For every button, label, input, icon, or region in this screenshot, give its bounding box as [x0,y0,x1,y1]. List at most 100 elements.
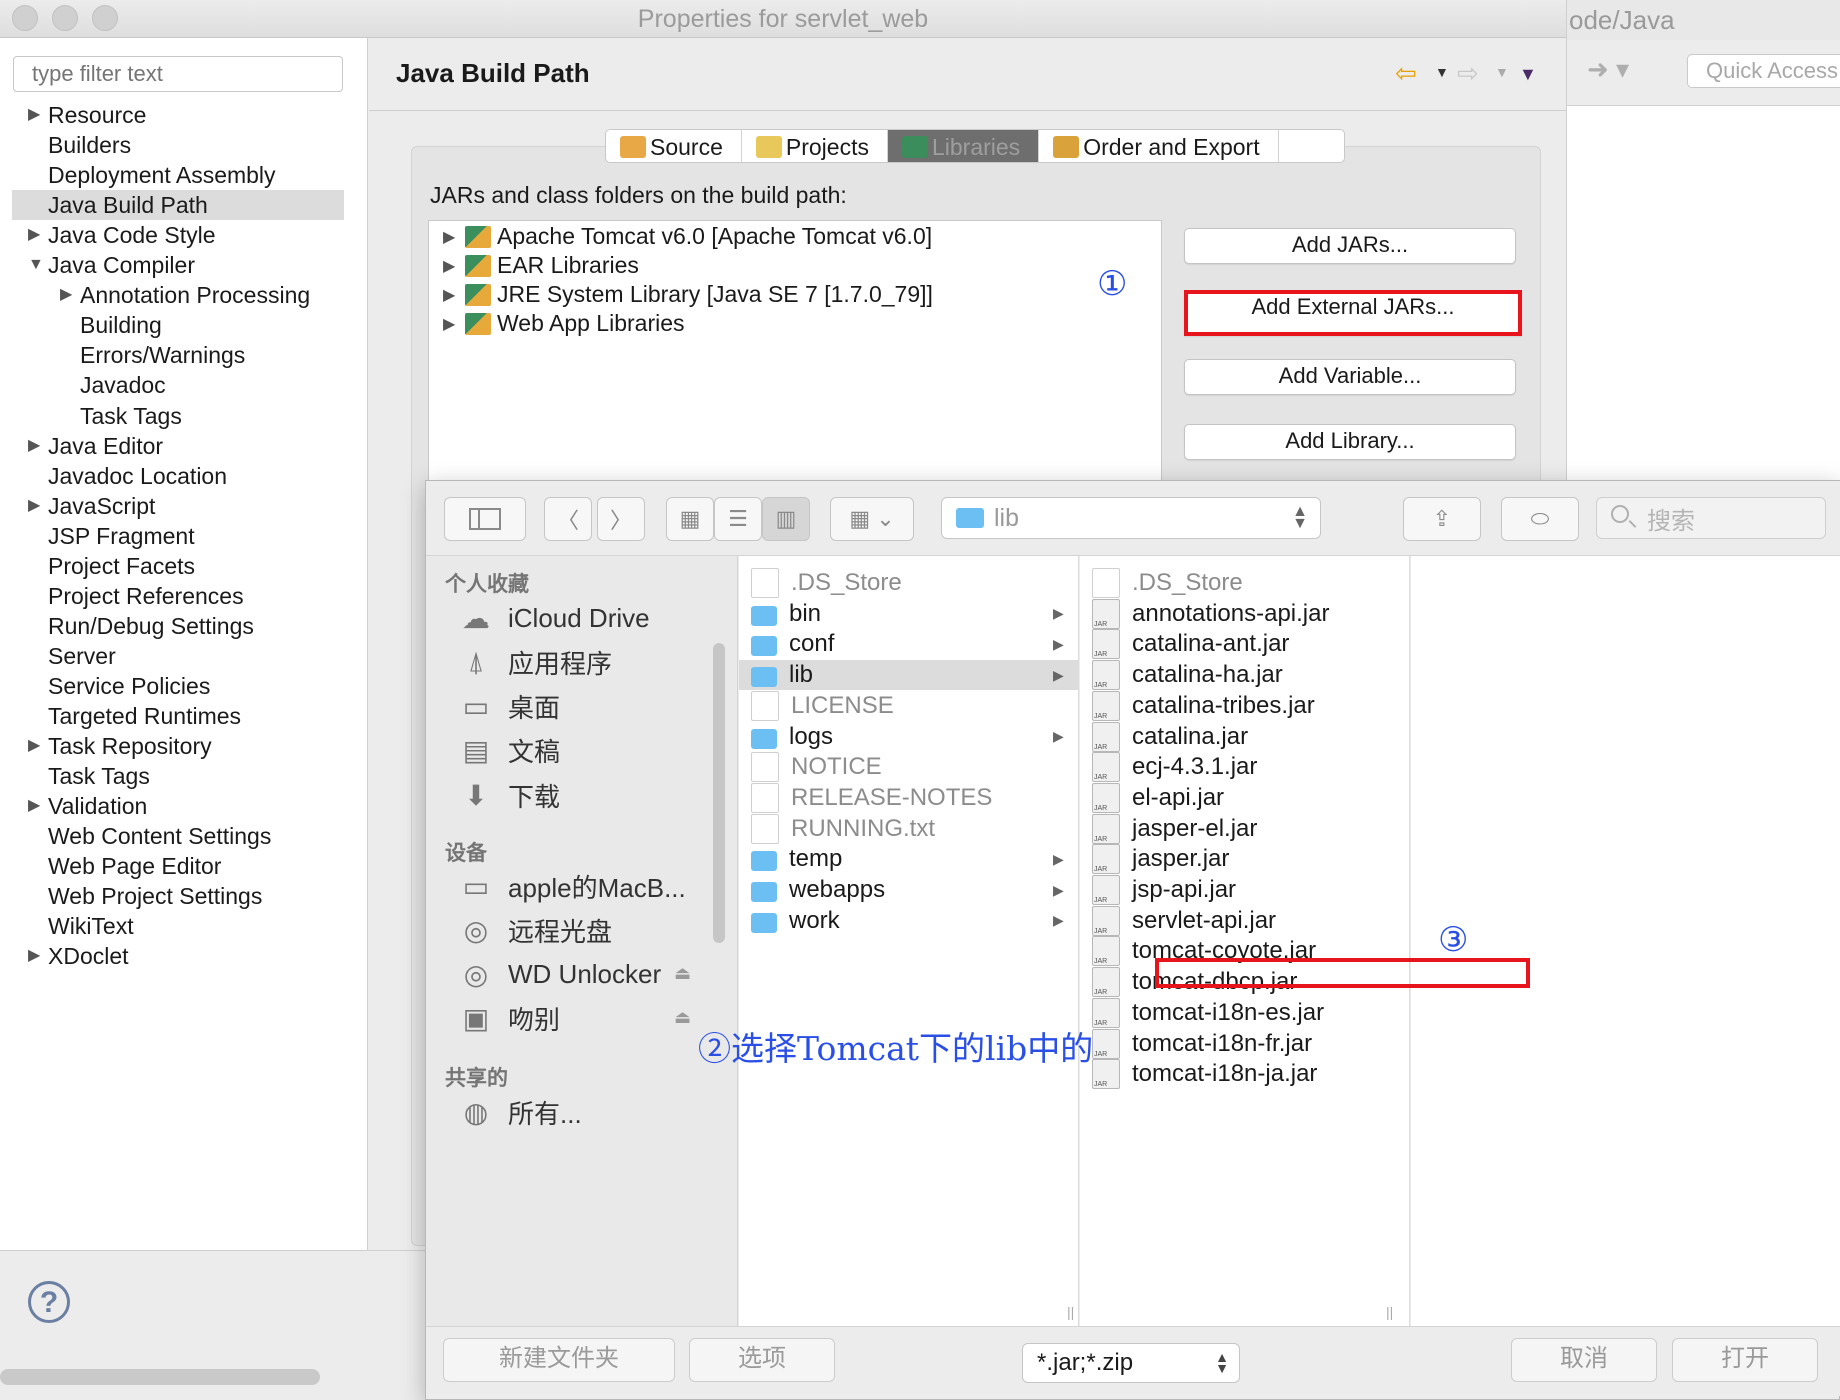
add-jars-button[interactable]: Add JARs... [1184,228,1516,264]
triangle-right-icon[interactable]: ▶ [28,791,40,821]
folder-item[interactable]: temp ▶ [739,844,1079,874]
sidebar-item[interactable]: ⍋ 应用程序 [456,640,612,684]
triangle-right-icon[interactable]: ▶ [28,220,40,250]
file-item[interactable]: tomcat-i18n-ja.jar [1080,1059,1410,1090]
nav-item[interactable]: Building [0,310,360,340]
sidebar-scrollbar[interactable] [713,643,725,943]
nav-item[interactable]: ▶ Java Editor [0,431,360,461]
column-resizer-icon[interactable]: || [1067,1304,1074,1320]
help-icon[interactable]: ? [28,1281,70,1323]
open-button[interactable]: 打开 [1672,1338,1818,1382]
folder-item[interactable]: bin ▶ [739,599,1079,629]
quick-access-input[interactable]: Quick Access [1687,54,1840,88]
file-item[interactable]: catalina-ha.jar [1080,660,1410,691]
file-item[interactable]: RUNNING.txt [739,813,1079,844]
file-item[interactable]: servlet-api.jar [1080,905,1410,936]
nav-item[interactable]: Project Facets [0,551,360,581]
triangle-right-icon[interactable]: ▶ [28,491,40,521]
sidebar-item[interactable]: ◍ 所有... [456,1090,582,1134]
triangle-right-icon[interactable]: ▶ [28,941,40,971]
triangle-right-icon[interactable]: ▶ [28,431,40,461]
nav-item[interactable]: Web Project Settings [0,881,360,911]
nav-item[interactable]: Server [0,641,360,671]
file-item[interactable]: catalina-ant.jar [1080,629,1410,660]
file-item[interactable]: catalina.jar [1080,721,1410,752]
back-arrow-icon[interactable]: ⇦ [1395,58,1417,89]
nav-item[interactable]: Java Build Path [12,190,344,221]
nav-item[interactable]: Javadoc Location [0,461,360,491]
file-item[interactable]: LICENSE [739,690,1079,721]
nav-item[interactable]: Project References [0,581,360,611]
column-resizer-icon[interactable]: || [1386,1304,1393,1320]
triangle-right-icon[interactable]: ▶ [443,314,465,334]
nav-item[interactable]: Web Page Editor [0,851,360,881]
options-button[interactable]: 选项 [689,1338,835,1382]
folder-item[interactable]: work ▶ [739,906,1079,936]
search-input[interactable]: 搜索 [1596,497,1826,539]
back-button[interactable]: 〈 [544,497,592,541]
cancel-button[interactable]: 取消 [1511,1338,1657,1382]
sidebar-item[interactable]: ▤ 文稿 [456,729,560,773]
triangle-right-icon[interactable]: ▶ [443,256,465,276]
folder-item[interactable]: conf ▶ [739,629,1079,659]
triangle-right-icon[interactable]: ▶ [443,285,465,305]
tags-button[interactable]: ⬭ [1501,497,1579,541]
triangle-right-icon[interactable]: ▶ [28,100,40,130]
file-item[interactable]: .DS_Store [739,568,1079,598]
file-item[interactable]: .DS_Store [1080,568,1410,598]
nav-item[interactable]: ▶ Annotation Processing [0,280,360,310]
new-folder-button[interactable]: 新建文件夹 [443,1338,675,1382]
triangle-right-icon[interactable]: ▶ [443,227,465,247]
triangle-right-icon[interactable]: ▶ [28,731,40,761]
nav-item[interactable]: Errors/Warnings [0,340,360,370]
tab-projects[interactable]: Projects [742,130,888,162]
nav-item[interactable]: WikiText [0,911,360,941]
nav-item[interactable]: ▶ Resource [0,100,360,130]
library-item[interactable]: ▶ JRE System Library [Java SE 7 [1.7.0_79… [443,281,933,308]
tab-libraries[interactable]: Libraries [887,130,1040,162]
forward-button[interactable]: 〉 [597,497,645,541]
file-type-select[interactable]: *.jar;*.zip ▲ ▼ [1022,1343,1240,1383]
file-item[interactable]: ecj-4.3.1.jar [1080,752,1410,783]
file-item[interactable]: RELEASE-NOTES [739,782,1079,813]
sidebar-item[interactable]: ☁ iCloud Drive [456,596,650,640]
sidebar-item[interactable]: ⬇ 下载 [456,773,560,817]
view-menu-icon[interactable]: ▼ [1519,64,1537,85]
file-item[interactable]: annotations-api.jar [1080,598,1410,629]
triangle-down-icon[interactable]: ▼ [28,250,44,280]
file-item[interactable]: NOTICE [739,752,1079,783]
nav-item[interactable]: Builders [0,130,360,160]
nav-item[interactable]: ▼ Java Compiler [0,250,360,280]
nav-item[interactable]: Task Tags [0,401,360,431]
eject-icon[interactable]: ⏏ [674,1007,691,1028]
chevron-down-icon[interactable]: ▼ [1495,64,1509,80]
eject-icon[interactable]: ⏏ [674,963,691,984]
chevron-down-icon[interactable]: ▼ [1435,64,1449,80]
triangle-right-icon[interactable]: ▶ [60,280,72,310]
library-item[interactable]: ▶ Apache Tomcat v6.0 [Apache Tomcat v6.0] [443,223,932,250]
file-item[interactable]: el-api.jar [1080,782,1410,813]
library-item[interactable]: ▶ EAR Libraries [443,252,639,279]
file-item[interactable]: tomcat-i18n-es.jar [1080,997,1410,1028]
sidebar-item[interactable]: ▭ 桌面 [456,685,560,729]
tab-source[interactable]: Source [606,130,742,162]
column-view-button[interactable]: ▥ [762,497,810,541]
file-item[interactable]: jasper-el.jar [1080,813,1410,844]
filter-input[interactable] [13,56,343,92]
nav-item[interactable]: JSP Fragment [0,521,360,551]
file-item[interactable]: tomcat-i18n-fr.jar [1080,1028,1410,1059]
nav-item[interactable]: Targeted Runtimes [0,701,360,731]
icon-view-button[interactable]: ▦ [666,497,714,541]
nav-item[interactable]: Task Tags [0,761,360,791]
sidebar-item[interactable]: ◎ 远程光盘 [456,908,612,952]
sidebar-item[interactable]: ◎ WD Unlocker [456,953,661,997]
forward-arrow-icon[interactable]: ⇨ [1457,58,1479,89]
sidebar-toggle-button[interactable] [444,497,526,541]
nav-item[interactable]: Service Policies [0,671,360,701]
horizontal-scrollbar[interactable] [0,1369,320,1385]
nav-item[interactable]: ▶ XDoclet [0,941,360,971]
add-external-jars-button[interactable]: Add External JARs... [1184,290,1522,336]
nav-item[interactable]: ▶ Java Code Style [0,220,360,250]
list-view-button[interactable]: ☰ [714,497,762,541]
sidebar-item[interactable]: ▣ 吻别 [456,997,560,1041]
